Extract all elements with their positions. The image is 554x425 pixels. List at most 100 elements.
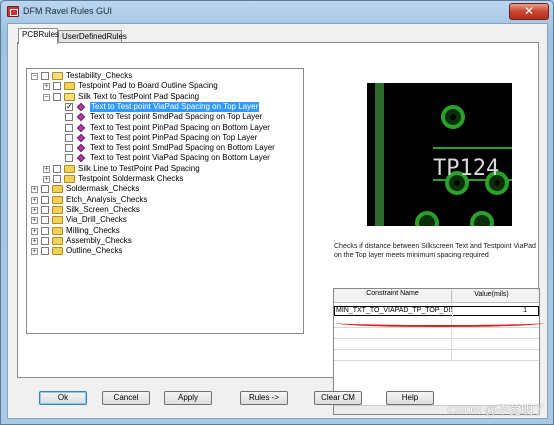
rules-tree[interactable]: − Testability_Checks + Testpoint Pad to Boa… bbox=[26, 68, 304, 334]
folder-icon bbox=[64, 164, 75, 173]
tree-item-label[interactable]: Text to Test point SmdPad Spacing on Top… bbox=[90, 112, 262, 122]
tree-item-label[interactable]: Text to Test point ViaPad Spacing on Bot… bbox=[90, 153, 270, 163]
tree-item-checkbox[interactable] bbox=[41, 195, 49, 204]
ok-button[interactable]: Ok bbox=[39, 391, 87, 405]
folder-open-icon bbox=[64, 92, 75, 101]
window-title: DFM Ravel Rules GUI bbox=[23, 6, 113, 16]
clear-cm-button[interactable]: Clear CM bbox=[314, 391, 362, 405]
via-pad-bottom-right bbox=[470, 211, 494, 226]
grid-empty-row bbox=[334, 329, 539, 339]
grid-cell-constraint-name[interactable]: MIN_TXT_TO_VIAPAD_TP_TOP_DIS bbox=[335, 307, 453, 317]
help-button[interactable]: Help bbox=[386, 391, 434, 405]
tree-item-checkbox[interactable] bbox=[41, 226, 49, 235]
expand-icon[interactable]: + bbox=[43, 165, 50, 173]
grid-empty-row bbox=[334, 351, 539, 361]
expand-icon[interactable]: + bbox=[43, 83, 50, 91]
tree-item-checkbox[interactable] bbox=[65, 144, 73, 153]
app-window: DFM Ravel Rules GUI ✕ PCBRules UserDefin… bbox=[0, 0, 554, 425]
folder-icon bbox=[52, 236, 63, 245]
grid-cell-value[interactable]: 1 bbox=[455, 307, 530, 317]
tree-item-label[interactable]: Outline_Checks bbox=[66, 246, 122, 256]
tab-pcbrules[interactable]: PCBRules bbox=[18, 28, 59, 44]
constraint-grid[interactable]: Constraint Name Value(mils) MIN_TXT_TO_V… bbox=[333, 288, 540, 415]
tree-item-checkbox[interactable] bbox=[41, 247, 49, 256]
dialog-client-area: PCBRules UserDefinedRules − Testability_C… bbox=[7, 23, 548, 419]
close-button[interactable]: ✕ bbox=[509, 3, 549, 20]
app-icon bbox=[7, 6, 19, 17]
tree-item-checkbox[interactable] bbox=[41, 216, 49, 225]
cancel-button[interactable]: Cancel bbox=[102, 391, 150, 405]
tree-item-label[interactable]: Testpoint Pad to Board Outline Spacing bbox=[78, 81, 218, 91]
folder-icon bbox=[52, 195, 63, 204]
rule-icon bbox=[76, 112, 86, 122]
rule-icon bbox=[76, 143, 86, 153]
folder-icon bbox=[52, 185, 63, 194]
tree-item-checkbox[interactable] bbox=[65, 154, 73, 163]
rule-icon bbox=[76, 123, 86, 132]
folder-icon bbox=[64, 175, 75, 183]
tree-item-label[interactable]: Text to Test point PinPad Spacing on Top… bbox=[90, 133, 257, 143]
expand-icon[interactable]: + bbox=[31, 186, 38, 194]
tree-item-label[interactable]: Soldermask_Checks bbox=[66, 184, 139, 194]
tree-item[interactable]: + Outline_Checks bbox=[27, 246, 303, 257]
tree-item-checkbox[interactable] bbox=[41, 205, 49, 214]
apply-button[interactable]: Apply bbox=[164, 391, 212, 405]
watermark: CSDN @不觉明了 bbox=[447, 403, 545, 417]
rule-icon bbox=[76, 102, 86, 112]
tree-item-label[interactable]: Milling_Checks bbox=[66, 226, 120, 236]
grid-row[interactable]: MIN_TXT_TO_VIAPAD_TP_TOP_DIS 1 bbox=[334, 306, 539, 317]
tab-page-pcbrules: − Testability_Checks + Testpoint Pad to Boa… bbox=[17, 42, 544, 415]
tree-item-label[interactable]: Silk Text to TestPoint Pad Spacing bbox=[78, 92, 199, 102]
grid-header: Constraint Name Value(mils) bbox=[334, 289, 539, 303]
collapse-icon[interactable]: − bbox=[31, 73, 38, 80]
pcb-preview-svg: TP124 bbox=[367, 83, 512, 226]
tree-item-checkbox[interactable] bbox=[41, 236, 49, 245]
expand-icon[interactable]: + bbox=[31, 237, 38, 245]
grid-header-value[interactable]: Value(mils) bbox=[454, 291, 529, 298]
folder-icon bbox=[64, 82, 75, 91]
tree-item-label[interactable]: Testability_Checks bbox=[66, 71, 132, 81]
title-bar: DFM Ravel Rules GUI ✕ bbox=[1, 1, 553, 23]
trace-upper bbox=[433, 147, 512, 149]
grid-header-name[interactable]: Constraint Name bbox=[334, 290, 452, 302]
folder-icon bbox=[52, 216, 63, 225]
tree-item-label[interactable]: Text to Test point PinPad Spacing on Bot… bbox=[90, 123, 270, 133]
expand-icon[interactable]: + bbox=[31, 217, 38, 225]
rule-preview-image: TP124 bbox=[367, 83, 512, 226]
grid-empty-row bbox=[334, 340, 539, 350]
silk-text: TP124 bbox=[433, 156, 499, 181]
folder-icon bbox=[52, 226, 63, 235]
tree-item-checkbox[interactable] bbox=[65, 113, 73, 122]
tree-item-checkbox[interactable] bbox=[65, 123, 73, 132]
expand-icon[interactable]: + bbox=[31, 248, 38, 256]
tree-item-label[interactable]: Text to Test point ViaPad Spacing on Top… bbox=[90, 101, 260, 112]
rule-icon bbox=[76, 154, 86, 163]
folder-open-icon bbox=[52, 72, 63, 80]
annotation-underline bbox=[336, 319, 544, 327]
expand-icon[interactable]: + bbox=[31, 206, 38, 214]
rules-button[interactable]: Rules -> bbox=[240, 391, 288, 405]
collapse-icon[interactable]: − bbox=[43, 93, 50, 101]
folder-icon bbox=[52, 205, 63, 214]
via-pad-bottom-left bbox=[415, 211, 439, 226]
tree-item-label[interactable]: Silk Line to TestPoint Pad Spacing bbox=[78, 164, 200, 174]
tree-item-label[interactable]: Silk_Screen_Checks bbox=[66, 205, 140, 215]
tree-item-checkbox[interactable] bbox=[65, 133, 73, 142]
tree-item-checkbox[interactable] bbox=[53, 82, 61, 91]
expand-icon[interactable]: + bbox=[43, 176, 50, 183]
tree-item-checkbox[interactable]: ✓ bbox=[65, 102, 73, 111]
tree-item-label[interactable]: Assembly_Checks bbox=[66, 236, 132, 246]
tree-item-checkbox[interactable] bbox=[41, 185, 49, 194]
expand-icon[interactable]: + bbox=[31, 196, 38, 204]
tree-item-checkbox[interactable] bbox=[53, 92, 61, 101]
tree-item-checkbox[interactable] bbox=[53, 164, 61, 173]
rule-description: Checks if distance between Silkscreen Te… bbox=[334, 243, 536, 259]
tree-item-checkbox[interactable] bbox=[53, 175, 61, 183]
tree-item-label[interactable]: Text to Test point SmdPad Spacing on Bot… bbox=[90, 143, 275, 153]
expand-icon[interactable]: + bbox=[31, 227, 38, 235]
tree-item-label[interactable]: Via_Drill_Checks bbox=[66, 215, 127, 225]
tree-item-label[interactable]: Testpoint Soldermask Checks bbox=[78, 174, 183, 184]
tree-item-label[interactable]: Etch_Analysis_Checks bbox=[66, 195, 147, 205]
rule-icon bbox=[76, 133, 86, 143]
tree-item-checkbox[interactable] bbox=[41, 72, 49, 80]
